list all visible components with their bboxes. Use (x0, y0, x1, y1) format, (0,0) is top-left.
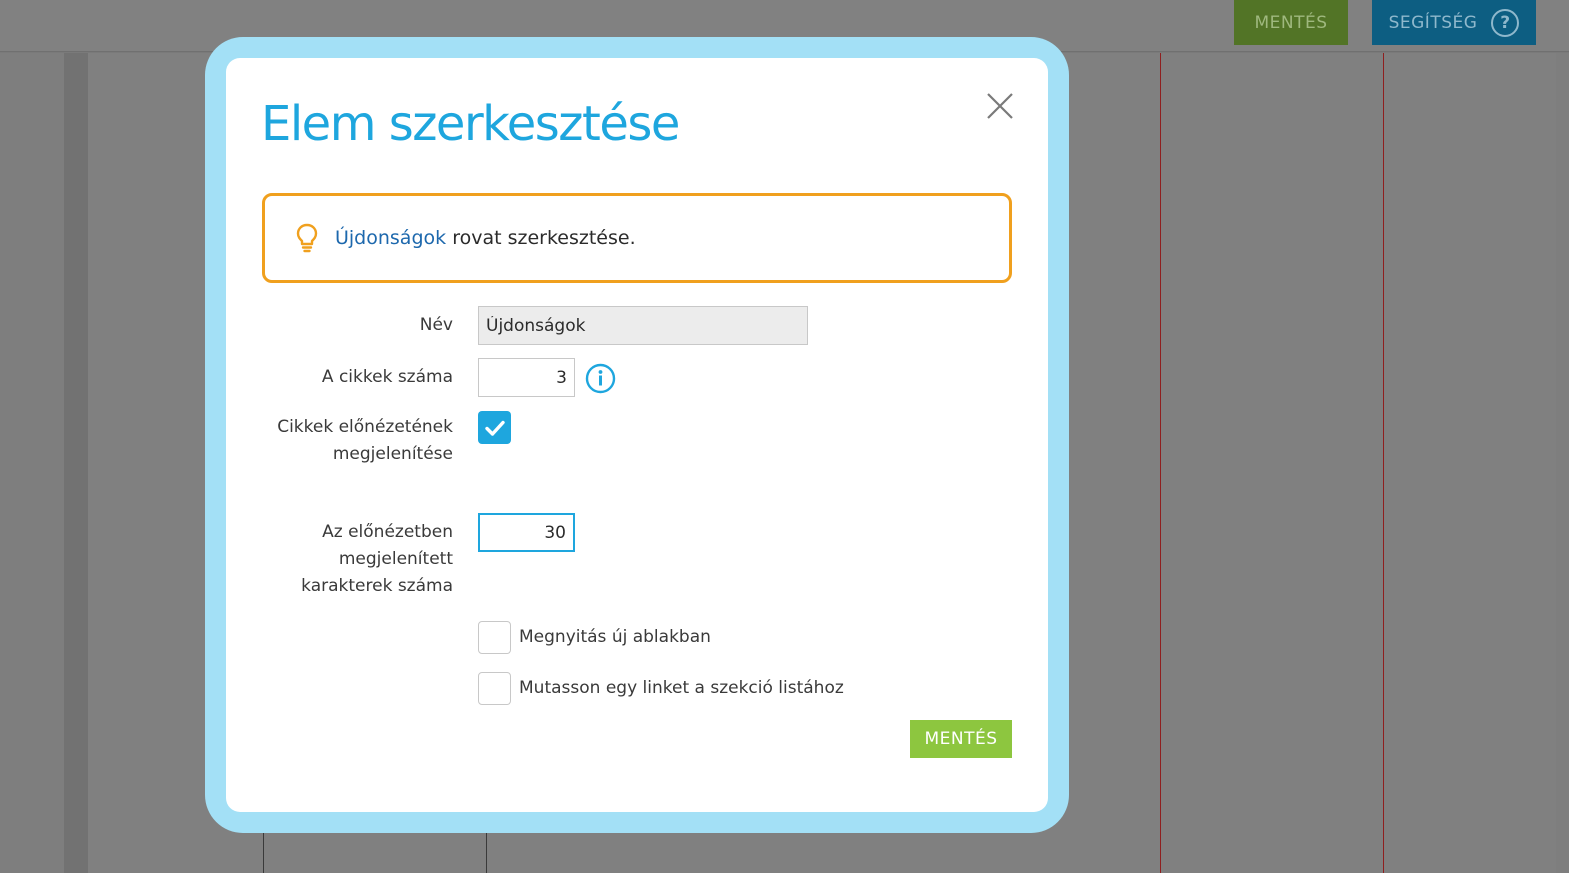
new-window-checkbox[interactable] (478, 621, 511, 654)
preview-chars-label: Az előnézetben megjelenített karakterek … (301, 522, 453, 596)
new-window-label[interactable]: Megnyitás új ablakban (519, 627, 711, 647)
section-link-label[interactable]: Mutasson egy linket a szekció listához (519, 678, 844, 698)
preview-checkbox[interactable] (478, 411, 511, 444)
article-count-input[interactable] (478, 358, 575, 397)
top-save-label: MENTÉS (1254, 12, 1328, 33)
question-circle-icon: ? (1491, 8, 1520, 37)
info-icon[interactable] (585, 363, 616, 394)
lightbulb-icon (296, 223, 318, 253)
section-link[interactable]: Újdonságok (335, 227, 446, 249)
info-text: Újdonságok rovat szerkesztése. (335, 227, 636, 249)
edit-element-dialog: Elem szerkesztése Újdonságok rovat szerk… (226, 58, 1048, 812)
preview-chars-input[interactable] (478, 513, 575, 552)
top-save-button[interactable]: MENTÉS (1234, 0, 1348, 45)
background-gutter (64, 53, 88, 873)
section-link-checkbox[interactable] (478, 672, 511, 705)
guide-line (1383, 53, 1384, 873)
help-button[interactable]: SEGÍTSÉG ? (1372, 0, 1536, 45)
name-label: Név (419, 315, 453, 335)
background-sidebar (0, 53, 64, 873)
save-button[interactable]: MENTÉS (910, 720, 1012, 758)
info-suffix: rovat szerkesztése. (446, 227, 636, 249)
info-notice: Újdonságok rovat szerkesztése. (262, 193, 1012, 283)
dialog-title: Elem szerkesztése (261, 96, 680, 152)
close-button[interactable] (984, 90, 1016, 122)
name-input[interactable] (478, 306, 808, 345)
close-icon (987, 93, 1013, 119)
article-count-label: A cikkek száma (321, 367, 453, 387)
preview-label: Cikkek előnézetének megjelenítése (277, 417, 453, 464)
checkmark-icon (484, 420, 505, 436)
guide-line (1160, 53, 1161, 873)
help-label: SEGÍTSÉG (1388, 12, 1478, 33)
